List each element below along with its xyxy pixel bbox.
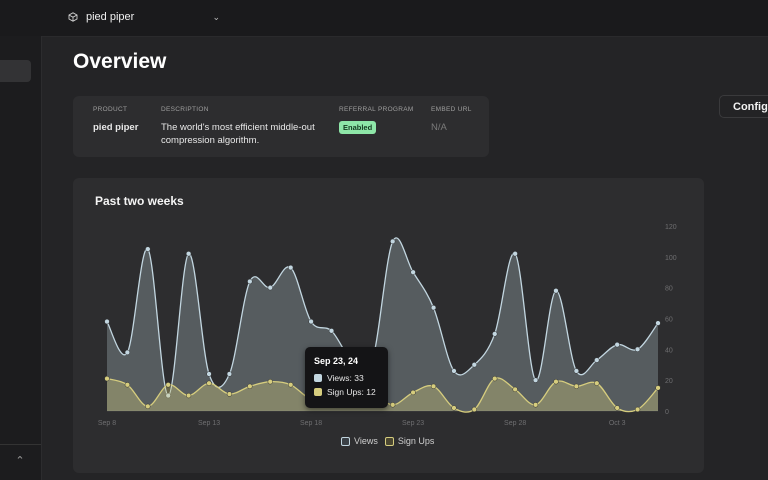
data-point	[655, 320, 661, 326]
product-info-card: PRODUCT pied piper DESCRIPTION The world…	[73, 96, 489, 157]
description-label: DESCRIPTION	[161, 106, 209, 113]
legend-item-views[interactable]: Views	[341, 436, 378, 446]
data-point	[451, 368, 457, 374]
y-tick-label: 100	[665, 255, 677, 262]
tooltip-row-signups: Sign Ups: 12	[314, 387, 376, 397]
data-point	[390, 238, 396, 245]
tooltip-date: Sep 23, 24	[314, 356, 359, 366]
data-point	[471, 362, 477, 368]
y-tick-label: 40	[665, 347, 673, 354]
data-point	[328, 328, 335, 334]
data-point	[553, 379, 559, 385]
y-tick-label: 0	[665, 409, 669, 416]
embed-url-label: EMBED URL	[431, 106, 472, 113]
x-tick-label: Sep 13	[198, 420, 220, 427]
project-name: pied piper	[86, 11, 135, 23]
legend-item-signups[interactable]: Sign Ups	[384, 436, 435, 446]
product-value: pied piper	[93, 122, 139, 133]
data-point	[247, 278, 253, 285]
data-point	[410, 269, 416, 275]
legend-label-signups: Sign Ups	[397, 436, 435, 446]
sidebar-divider	[0, 444, 41, 445]
data-point	[206, 371, 212, 377]
data-point	[614, 342, 620, 348]
data-point	[288, 264, 294, 271]
data-point	[145, 403, 151, 410]
data-point	[553, 288, 559, 294]
tooltip-views-value: Views: 33	[327, 373, 364, 383]
configure-button[interactable]: Configure	[719, 95, 768, 118]
tooltip-swatch-signups	[314, 388, 322, 396]
chevron-down-icon: ⌄	[212, 11, 220, 22]
data-point	[573, 383, 580, 389]
tooltip-row-views: Views: 33	[314, 373, 364, 383]
data-point	[532, 402, 539, 408]
data-point	[206, 380, 212, 386]
x-tick-label: Sep 18	[300, 420, 322, 427]
page-title: Overview	[73, 50, 167, 73]
data-point	[124, 382, 131, 388]
x-tick-label: Sep 23	[402, 420, 424, 427]
data-point	[410, 389, 416, 396]
data-point	[594, 380, 600, 386]
data-point	[308, 318, 314, 325]
data-point	[104, 318, 110, 325]
y-tick-label: 20	[665, 378, 673, 385]
referral-status-badge: Enabled	[339, 121, 377, 134]
referral-label: REFERRAL PROGRAM	[339, 106, 414, 113]
data-point	[267, 379, 273, 385]
data-point	[390, 402, 396, 408]
data-point	[471, 406, 477, 413]
data-point	[145, 246, 151, 252]
data-point	[512, 386, 518, 393]
data-point	[267, 285, 273, 291]
legend-swatch-signups	[384, 436, 394, 446]
chart-tooltip: Sep 23, 24 Views: 33 Sign Ups: 12	[305, 347, 388, 408]
product-label: PRODUCT	[93, 106, 128, 113]
chevron-up-icon[interactable]: ⌃	[10, 452, 30, 470]
data-point	[512, 251, 518, 257]
data-point	[492, 331, 498, 337]
tooltip-signups-value: Sign Ups: 12	[327, 387, 376, 397]
data-point	[573, 368, 580, 374]
data-point	[614, 405, 620, 411]
y-tick-label: 60	[665, 317, 673, 324]
data-point	[532, 377, 539, 383]
data-point	[288, 382, 294, 388]
data-point	[165, 382, 171, 388]
data-point	[594, 357, 600, 363]
data-point	[655, 385, 661, 391]
description-value: The world's most efficient middle-out co…	[161, 122, 315, 146]
data-point	[634, 406, 641, 413]
y-tick-label: 80	[665, 286, 673, 293]
x-tick-label: Oct 3	[609, 420, 626, 427]
data-point	[104, 375, 110, 382]
legend-swatch-views	[341, 436, 350, 446]
data-point	[451, 405, 457, 411]
data-point	[634, 346, 641, 352]
cube-icon	[68, 11, 80, 23]
chart-legend: Views Sign Ups	[341, 436, 441, 446]
data-point	[247, 383, 253, 389]
data-point	[226, 391, 233, 397]
data-point	[492, 375, 498, 382]
data-point	[185, 251, 192, 257]
chart-card: Past two weeks 0 20 40 60 80 100 120 Sep 8 Sep 1…	[73, 178, 704, 473]
x-tick-label: Sep 8	[98, 420, 116, 427]
embed-url-value: N/A	[431, 122, 447, 133]
y-tick-label: 120	[665, 224, 677, 231]
data-point	[226, 371, 233, 377]
data-point	[124, 349, 131, 356]
sidebar	[0, 36, 42, 480]
sidebar-item-active[interactable]	[0, 60, 31, 82]
data-point	[430, 305, 437, 311]
legend-label-views: Views	[354, 436, 378, 446]
data-point	[185, 392, 192, 399]
project-selector[interactable]: pied piper ⌄	[62, 6, 226, 28]
data-point	[430, 383, 437, 389]
tooltip-swatch-views	[314, 374, 322, 382]
chart-svg: 0 20 40 60 80 100 120 Sep 8 Sep 13 Sep 18 Sep 23 Se…	[98, 224, 677, 427]
x-tick-label: Sep 28	[504, 420, 526, 427]
